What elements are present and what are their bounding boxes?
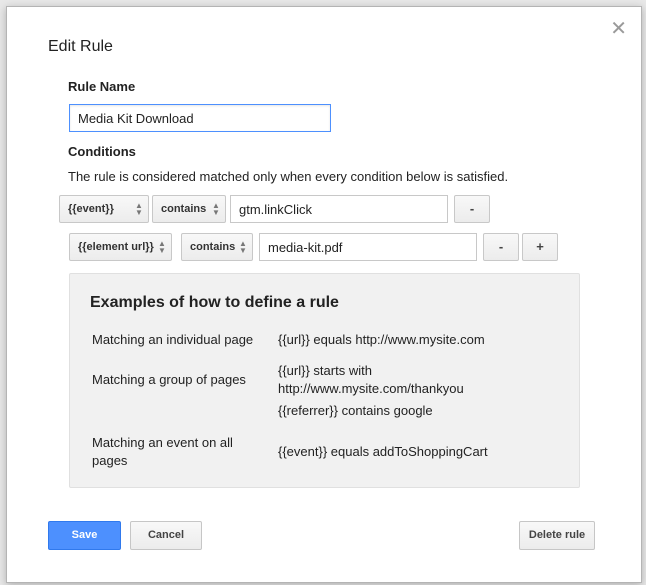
condition-1-operator-select[interactable]: contains ▲ ▼ [152, 195, 226, 223]
updown-icon: ▲ ▼ [158, 239, 166, 255]
example-3-value: {{event}} equals addToShoppingCart [278, 444, 488, 459]
rule-name-label: Rule Name [68, 79, 136, 94]
edit-rule-dialog: ✕ Edit Rule Rule Name Conditions The rul… [6, 6, 642, 583]
condition-2-variable: {{element url}} [78, 241, 154, 253]
delete-rule-button[interactable]: Delete rule [519, 521, 595, 550]
condition-1-remove-button[interactable]: - [454, 195, 490, 223]
rule-name-input[interactable] [69, 104, 331, 132]
updown-icon: ▲ ▼ [212, 201, 220, 217]
updown-icon: ▲ ▼ [239, 239, 247, 255]
conditions-label: Conditions [68, 144, 136, 159]
updown-icon: ▲ ▼ [135, 201, 143, 217]
example-1-value: {{url}} equals http://www.mysite.com [278, 332, 485, 347]
example-2-value-1: {{url}} starts with http://www.mysite.co… [278, 363, 464, 396]
condition-1-value-input[interactable] [230, 195, 448, 223]
example-3-label: Matching an event on all pages [92, 435, 233, 468]
close-icon[interactable]: ✕ [610, 19, 627, 39]
conditions-description: The rule is considered matched only when… [68, 169, 509, 184]
condition-2-variable-select[interactable]: {{element url}} ▲ ▼ [69, 233, 172, 261]
dialog-title: Edit Rule [48, 38, 113, 55]
condition-2-operator-select[interactable]: contains ▲ ▼ [181, 233, 253, 261]
example-2-value-2: {{referrer}} contains google [278, 403, 433, 418]
condition-2-value-input[interactable] [259, 233, 477, 261]
condition-1-operator: contains [161, 203, 207, 215]
condition-2-remove-button[interactable]: - [483, 233, 519, 261]
example-1-label: Matching an individual page [92, 332, 254, 347]
condition-add-button[interactable]: + [522, 233, 558, 261]
examples-title: Examples of how to define a rule [90, 294, 339, 311]
save-button[interactable]: Save [48, 521, 121, 550]
condition-1-variable-select[interactable]: {{event}} ▲ ▼ [59, 195, 149, 223]
cancel-button[interactable]: Cancel [130, 521, 202, 550]
example-2-label: Matching a group of pages [92, 372, 246, 387]
examples-panel: Examples of how to define a rule Matchin… [69, 273, 580, 488]
condition-2-operator: contains [190, 241, 236, 253]
condition-1-variable: {{event}} [68, 203, 114, 215]
